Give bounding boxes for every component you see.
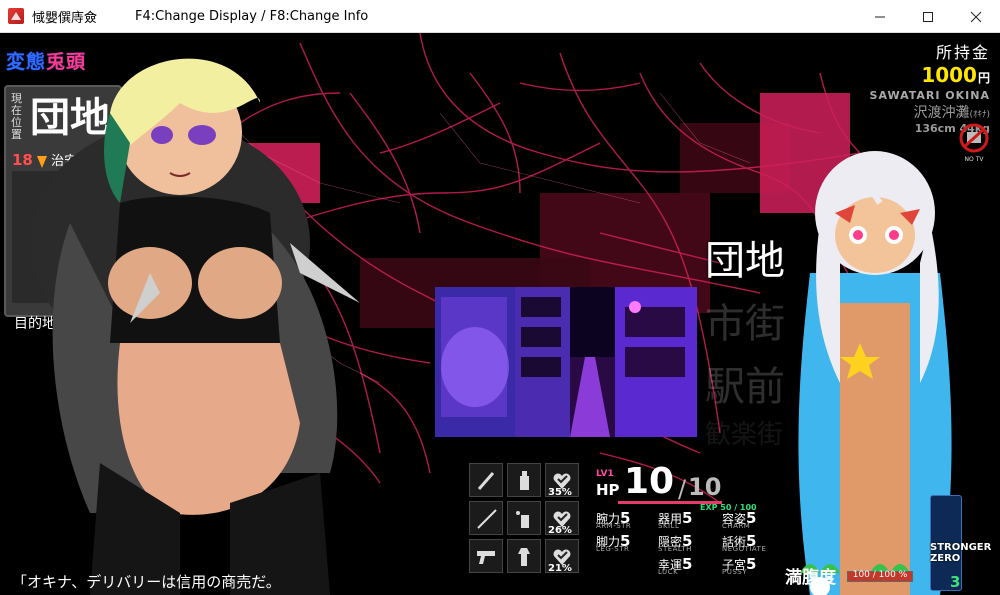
- stat-stealth: 隠密5 STEALTH: [658, 532, 693, 553]
- stat-luck: 幸運5 LUCK: [658, 555, 693, 576]
- player-name-jp-reading: (ｵｷﾅ): [969, 110, 990, 120]
- stronger-zero-count: 3: [950, 573, 961, 591]
- window-titlebar: 惐嬰僎庤僉 F4:Change Display / F8:Change Info: [0, 0, 1000, 33]
- player-name-jp: 沢渡沖灘(ｵｷﾅ): [870, 102, 990, 122]
- stat-leg-str: 脚力5 LEG-STR: [596, 532, 631, 553]
- item-percent: 26%: [548, 525, 572, 536]
- stat-empty: [596, 555, 658, 578]
- inventory-slot[interactable]: [469, 463, 503, 497]
- stat-arm-str: 腕力5 ARM-STR: [596, 509, 632, 530]
- spray-icon: [520, 471, 529, 490]
- inventory-slot[interactable]: [507, 539, 541, 573]
- flashlight-icon: [518, 548, 530, 566]
- knife-icon: [477, 472, 495, 490]
- hunger-value: 100 / 100 %: [852, 570, 908, 580]
- minimize-icon: [875, 16, 885, 17]
- street-scene-image: [435, 287, 697, 437]
- window-hint: F4:Change Display / F8:Change Info: [135, 8, 369, 24]
- close-button[interactable]: [952, 0, 1000, 33]
- level-label: LV1: [596, 469, 614, 479]
- player-name-en: SAWATARI OKINA: [869, 89, 990, 102]
- money-amount: 1000: [921, 63, 977, 87]
- hp-label: HP: [596, 481, 620, 499]
- money-unit: 円: [977, 71, 990, 85]
- inventory-slot[interactable]: [469, 501, 503, 535]
- close-icon: [970, 11, 982, 22]
- app-icon: [8, 8, 24, 24]
- item-percent: 35%: [548, 487, 572, 498]
- maximize-icon: [923, 11, 933, 22]
- stat-negotiate: 話術5 NEGOTIATE: [722, 532, 767, 553]
- window-title: 惐嬰僎庤僉: [32, 10, 98, 26]
- hunger-label: 満腹度: [785, 568, 836, 588]
- character-portrait-left: [30, 58, 360, 595]
- inventory-slot[interactable]: 35%: [545, 463, 579, 498]
- inventory-slot[interactable]: 26%: [545, 501, 579, 536]
- pistol-icon: [477, 551, 495, 564]
- hp-separator: /: [678, 475, 687, 503]
- stat-pussy: 子宮5 PUSSY: [722, 555, 757, 576]
- window-controls: [856, 0, 1000, 33]
- minimize-button[interactable]: [856, 0, 904, 33]
- stronger-zero-label: STRONGER ZERO: [930, 542, 992, 564]
- dialog-text[interactable]: 「オキナ、デリバリーは信用の商売だ。: [12, 571, 281, 592]
- player-name-jp-main: 沢渡沖灘: [913, 105, 970, 121]
- stat-skill: 器用5 SKILL: [658, 509, 693, 530]
- inventory-grid: 35% 26% 21%: [469, 463, 589, 575]
- stat-charm: 容姿5 CHARM: [722, 509, 757, 530]
- spray-can-icon: [516, 511, 529, 528]
- game-viewport[interactable]: 変態兎頭 現在位置 団地 18 治安 完 目的地ま 5: [0, 33, 1000, 595]
- money-value: 1000円: [870, 63, 990, 87]
- maximize-button[interactable]: [904, 0, 952, 33]
- inventory-slot[interactable]: [507, 501, 541, 535]
- current-location-label: 現在位置: [11, 92, 22, 141]
- hp-current: 10: [624, 461, 675, 502]
- item-percent: 21%: [548, 563, 572, 574]
- inventory-slot[interactable]: [469, 539, 503, 573]
- inventory-slot[interactable]: 21%: [545, 539, 579, 574]
- sword-icon: [477, 509, 497, 529]
- hunger-meter: 満腹度 100 / 100 %: [785, 563, 925, 588]
- inventory-slot[interactable]: [507, 463, 541, 497]
- hp-max: 10: [688, 473, 722, 501]
- player-profile-panel: 所持金 1000円 SAWATARI OKINA 沢渡沖灘(ｵｷﾅ) 136cm…: [870, 39, 990, 135]
- money-label: 所持金: [935, 43, 990, 62]
- stats-grid: 腕力5 ARM-STR 器用5 SKILL 容姿5 CHARM 脚力5 LEG-STR …: [596, 509, 786, 578]
